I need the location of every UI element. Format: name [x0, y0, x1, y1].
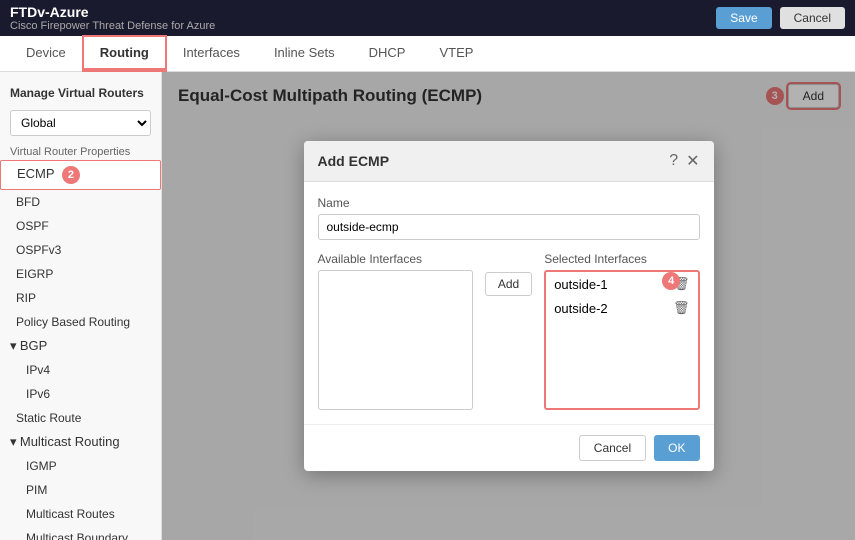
- tab-dhcp[interactable]: DHCP: [353, 37, 422, 71]
- sidebar-item-ecmp[interactable]: ECMP 2: [0, 160, 161, 190]
- cancel-button[interactable]: Cancel: [780, 7, 845, 29]
- available-interfaces-col: Available Interfaces: [318, 252, 473, 410]
- interfaces-row: Available Interfaces Add Selected Interf…: [318, 252, 700, 410]
- chevron-icon-2: ▾: [10, 434, 17, 449]
- close-icon[interactable]: ✕: [686, 151, 699, 171]
- virtual-router-dropdown[interactable]: Global: [10, 110, 151, 136]
- router-properties-label: Virtual Router Properties: [0, 142, 161, 160]
- app-info: FTDv-Azure Cisco Firepower Threat Defens…: [10, 4, 215, 32]
- selected-item-outside-2: outside-2 🗑: [546, 296, 697, 320]
- save-button[interactable]: Save: [716, 7, 771, 29]
- selected-label: Selected Interfaces: [544, 252, 647, 266]
- name-input[interactable]: [318, 214, 700, 240]
- modal-footer: Cancel OK: [304, 424, 714, 471]
- top-bar: FTDv-Azure Cisco Firepower Threat Defens…: [0, 0, 855, 36]
- name-label: Name: [318, 196, 700, 210]
- tab-routing[interactable]: Routing: [84, 37, 165, 71]
- modal-body: Name Available Interfaces Add: [304, 182, 714, 424]
- tab-device[interactable]: Device: [10, 37, 82, 71]
- interface-name-outside-2: outside-2: [554, 301, 607, 316]
- top-bar-buttons: Save Cancel: [716, 7, 845, 29]
- modal-header-icons: ? ✕: [669, 151, 699, 171]
- available-interfaces-box: [318, 270, 473, 410]
- sidebar-item-static-route[interactable]: Static Route: [0, 406, 161, 430]
- app-subtitle: Cisco Firepower Threat Defense for Azure: [10, 20, 215, 32]
- add-interface-button[interactable]: Add: [485, 272, 532, 296]
- step-badge-2: 2: [62, 166, 80, 184]
- interface-name-outside-1: outside-1: [554, 277, 607, 292]
- sidebar-item-ipv4[interactable]: IPv4: [0, 358, 161, 382]
- delete-outside-2-icon[interactable]: 🗑: [673, 300, 690, 316]
- available-label: Available Interfaces: [318, 252, 473, 266]
- chevron-icon: ▾: [10, 338, 17, 353]
- modal-title: Add ECMP: [318, 153, 390, 169]
- bgp-group[interactable]: ▾ BGP: [0, 334, 161, 358]
- sidebar-item-multicast-boundary-filter[interactable]: Multicast Boundary Filter: [0, 526, 161, 540]
- add-ecmp-modal: Add ECMP ? ✕ Name Available Interfaces: [304, 141, 714, 471]
- sidebar-item-rip[interactable]: RIP: [0, 286, 161, 310]
- nav-tabs: Device Routing Interfaces Inline Sets DH…: [0, 36, 855, 72]
- modal-cancel-button[interactable]: Cancel: [579, 435, 646, 461]
- help-icon[interactable]: ?: [669, 152, 678, 170]
- modal-ok-button[interactable]: OK: [654, 435, 699, 461]
- main-content: Equal-Cost Multipath Routing (ECMP) 3 Ad…: [162, 72, 855, 540]
- manage-routers-label: Manage Virtual Routers: [0, 80, 161, 104]
- sidebar-item-igmp[interactable]: IGMP: [0, 454, 161, 478]
- tab-inline-sets[interactable]: Inline Sets: [258, 37, 351, 71]
- multicast-group[interactable]: ▾ Multicast Routing: [0, 430, 161, 454]
- main-layout: Manage Virtual Routers Global Virtual Ro…: [0, 72, 855, 540]
- app-title: FTDv-Azure: [10, 4, 215, 20]
- modal-overlay: Add ECMP ? ✕ Name Available Interfaces: [162, 72, 855, 540]
- sidebar-item-ospfv3[interactable]: OSPFv3: [0, 238, 161, 262]
- modal-header: Add ECMP ? ✕: [304, 141, 714, 182]
- selected-interfaces-box: outside-1 🗑 outside-2 🗑 4: [544, 270, 699, 410]
- sidebar-item-pim[interactable]: PIM: [0, 478, 161, 502]
- sidebar-item-policy-based-routing[interactable]: Policy Based Routing: [0, 310, 161, 334]
- sidebar-item-ipv6[interactable]: IPv6: [0, 382, 161, 406]
- sidebar: Manage Virtual Routers Global Virtual Ro…: [0, 72, 162, 540]
- sidebar-item-bfd[interactable]: BFD: [0, 190, 161, 214]
- sidebar-item-multicast-routes[interactable]: Multicast Routes: [0, 502, 161, 526]
- tab-vtep[interactable]: VTEP: [423, 37, 489, 71]
- tab-interfaces[interactable]: Interfaces: [167, 37, 256, 71]
- add-interface-col: Add: [485, 252, 532, 296]
- sidebar-item-ospf[interactable]: OSPF: [0, 214, 161, 238]
- selected-interfaces-col: Selected Interfaces outside-1 🗑 outside-…: [544, 252, 699, 410]
- sidebar-item-eigrp[interactable]: EIGRP: [0, 262, 161, 286]
